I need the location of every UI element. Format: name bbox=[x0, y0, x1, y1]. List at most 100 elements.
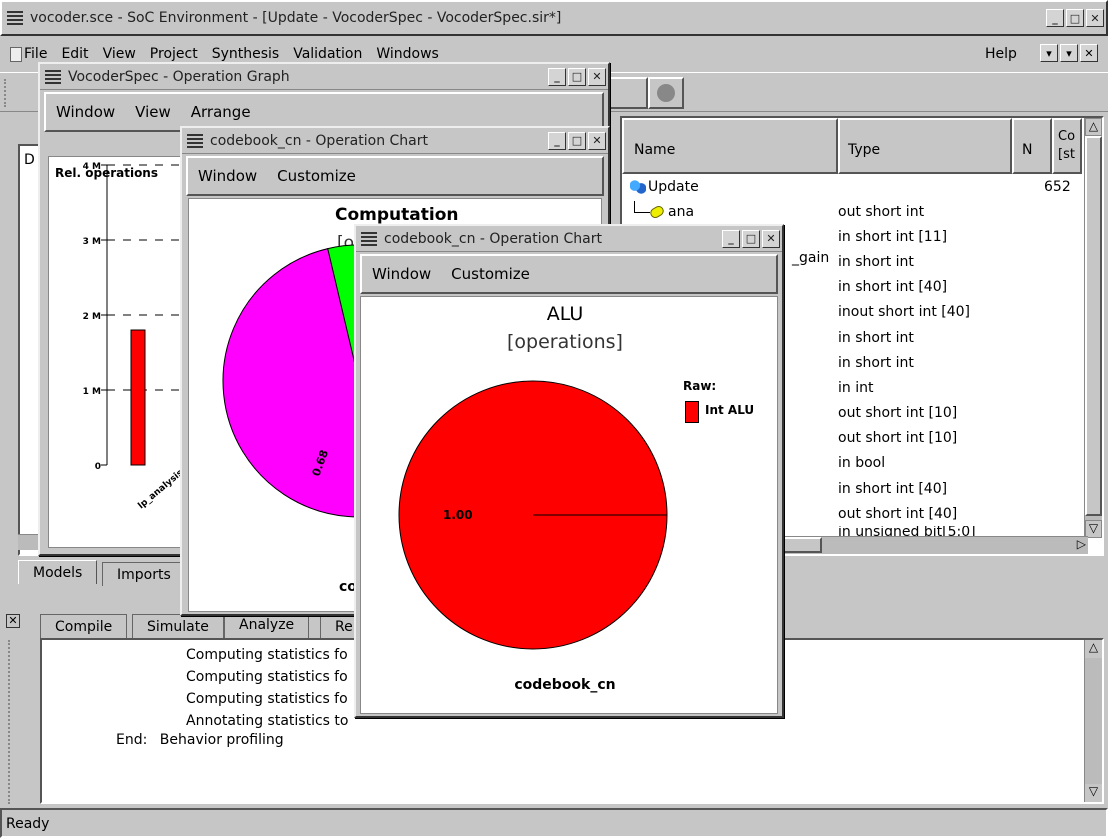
status-text: Ready bbox=[6, 816, 50, 832]
log-line: Computing statistics fo bbox=[186, 691, 348, 707]
vertical-scrollbar[interactable]: △ ▽ bbox=[1084, 118, 1102, 538]
file-icon bbox=[10, 47, 22, 62]
window-menu-icon[interactable] bbox=[44, 68, 62, 86]
chart1-title-bar[interactable]: codebook_cn - Operation Chart _ □ ✕ bbox=[182, 128, 608, 154]
y-tick-label: 2 M bbox=[83, 312, 101, 322]
window-menu-icon[interactable] bbox=[360, 230, 378, 248]
type-cell: out short int bbox=[838, 203, 925, 220]
chart2-menu-bar: Window Customize bbox=[360, 254, 778, 294]
table-header: Name Type N Co [st bbox=[622, 118, 1082, 174]
chart1-menu-customize[interactable]: Customize bbox=[277, 167, 356, 185]
mdi-close-button[interactable]: ✕ bbox=[1080, 44, 1098, 62]
type-cell: out short int [10] bbox=[838, 405, 958, 422]
tab-imports[interactable]: Imports bbox=[102, 562, 186, 586]
tree-item-partial[interactable]: _gain bbox=[792, 250, 829, 266]
chart2-window-title: codebook_cn - Operation Chart bbox=[384, 230, 603, 247]
close-button[interactable]: ✕ bbox=[1086, 9, 1104, 27]
column-type[interactable]: Type bbox=[838, 118, 1012, 174]
close-button[interactable]: ✕ bbox=[588, 131, 606, 150]
bar bbox=[130, 329, 146, 466]
log-end-label: End: bbox=[116, 732, 148, 748]
graph-window-title: VocoderSpec - Operation Graph bbox=[68, 68, 290, 85]
menu-synthesis[interactable]: Synthesis bbox=[212, 46, 280, 62]
log-line: Computing statistics fo bbox=[186, 647, 348, 663]
tab-models[interactable]: Models bbox=[18, 560, 98, 584]
y-tick-label: 3 M bbox=[83, 237, 101, 247]
window-menu-icon[interactable] bbox=[186, 132, 204, 150]
log-scrollbar[interactable]: △ ▽ bbox=[1084, 640, 1102, 802]
tree-item-update: Update bbox=[648, 178, 699, 195]
menu-file[interactable]: File bbox=[24, 46, 47, 62]
type-cell: in short int [11] bbox=[838, 228, 948, 245]
graph-menu-window[interactable]: Window bbox=[56, 103, 115, 121]
chart2-legend-title: Raw: bbox=[683, 379, 717, 393]
tree-item-ana: ana bbox=[668, 203, 695, 220]
chart2-legend-swatch bbox=[685, 401, 699, 423]
chart2-footer: codebook_cn bbox=[514, 677, 616, 693]
alu-chart-window[interactable]: codebook_cn - Operation Chart _ □ ✕ Wind… bbox=[354, 224, 784, 718]
minimize-button[interactable]: _ bbox=[1046, 9, 1064, 27]
type-cell: inout short int [40] bbox=[838, 304, 971, 321]
close-button[interactable]: ✕ bbox=[588, 67, 606, 86]
log-line: Computing statistics fo bbox=[186, 669, 348, 685]
type-column: out short int in short int [11] in short i… bbox=[838, 199, 1038, 539]
log-line: Annotating statistics to bbox=[186, 713, 349, 729]
behavior-icon bbox=[630, 179, 646, 194]
status-bar: Ready bbox=[0, 808, 1108, 838]
tab-compile[interactable]: Compile bbox=[40, 614, 128, 638]
minimize-button[interactable]: _ bbox=[722, 229, 740, 248]
chart2-menu-customize[interactable]: Customize bbox=[451, 265, 530, 283]
column-n[interactable]: N bbox=[1012, 118, 1052, 174]
main-title-bar[interactable]: vocoder.sce - SoC Environment - [Update … bbox=[0, 0, 1108, 36]
close-button[interactable]: ✕ bbox=[762, 229, 780, 248]
maximize-button[interactable]: □ bbox=[742, 229, 760, 248]
mdi-minimize-button[interactable]: ▾ bbox=[1040, 44, 1058, 62]
table-row[interactable]: Update 652 bbox=[630, 174, 1071, 199]
toolbar-handle[interactable] bbox=[4, 79, 10, 107]
minimize-button[interactable]: _ bbox=[548, 131, 566, 150]
mdi-restore-button[interactable]: ▾ bbox=[1060, 44, 1078, 62]
graph-menu-view[interactable]: View bbox=[135, 103, 171, 121]
log-close-button[interactable]: ✕ bbox=[6, 614, 20, 628]
chart2-legend-item: Int ALU bbox=[705, 403, 755, 417]
type-cell: in short int bbox=[838, 253, 914, 270]
menu-view[interactable]: View bbox=[103, 46, 136, 62]
maximize-button[interactable]: □ bbox=[568, 131, 586, 150]
graph-menu-arrange[interactable]: Arrange bbox=[191, 103, 251, 121]
type-cell: in short int bbox=[838, 329, 914, 346]
maximize-button[interactable]: □ bbox=[568, 67, 586, 86]
chart1-window-title: codebook_cn - Operation Chart bbox=[210, 132, 429, 149]
menu-project[interactable]: Project bbox=[150, 46, 198, 62]
window-menu-icon[interactable] bbox=[6, 9, 24, 27]
log-end-text: Behavior profiling bbox=[159, 732, 284, 748]
column-name[interactable]: Name bbox=[622, 118, 838, 174]
chart1-menu-bar: Window Customize bbox=[186, 156, 604, 196]
log-side-handle[interactable] bbox=[8, 640, 24, 804]
type-cell: out short int [10] bbox=[838, 430, 958, 447]
x-tick-label: lp_analysis bbox=[137, 468, 186, 511]
graph-title-bar[interactable]: VocoderSpec - Operation Graph _ □ ✕ bbox=[40, 64, 608, 90]
type-cell: in bool bbox=[838, 455, 886, 472]
chart2-title-bar[interactable]: codebook_cn - Operation Chart _ □ ✕ bbox=[356, 226, 782, 252]
chart2-menu-window[interactable]: Window bbox=[372, 265, 431, 283]
menu-validation[interactable]: Validation bbox=[293, 46, 362, 62]
y-tick-label: 0 bbox=[95, 462, 101, 472]
chart1-menu-window[interactable]: Window bbox=[198, 167, 257, 185]
menu-edit[interactable]: Edit bbox=[61, 46, 88, 62]
tab-simulate[interactable]: Simulate bbox=[132, 614, 224, 638]
type-cell: in short int [40] bbox=[838, 480, 948, 497]
type-cell: in short int [40] bbox=[838, 279, 948, 296]
pie-label: 1.00 bbox=[443, 508, 473, 522]
left-column-header: D bbox=[24, 152, 35, 168]
maximize-button[interactable]: □ bbox=[1066, 9, 1084, 27]
chart2-canvas: ALU [operations] 1.00 Raw: Int ALU codeb… bbox=[360, 296, 778, 714]
y-tick-label: 1 M bbox=[83, 387, 101, 397]
menu-windows[interactable]: Windows bbox=[376, 46, 439, 62]
column-co[interactable]: Co [st bbox=[1052, 118, 1082, 174]
type-cell: in short int bbox=[838, 354, 914, 371]
minimize-button[interactable]: _ bbox=[548, 67, 566, 86]
menu-help[interactable]: Help bbox=[985, 46, 1017, 62]
stop-button[interactable] bbox=[648, 77, 684, 109]
tree-item-n: 652 bbox=[1044, 178, 1071, 195]
toolbar-button[interactable] bbox=[608, 77, 648, 109]
